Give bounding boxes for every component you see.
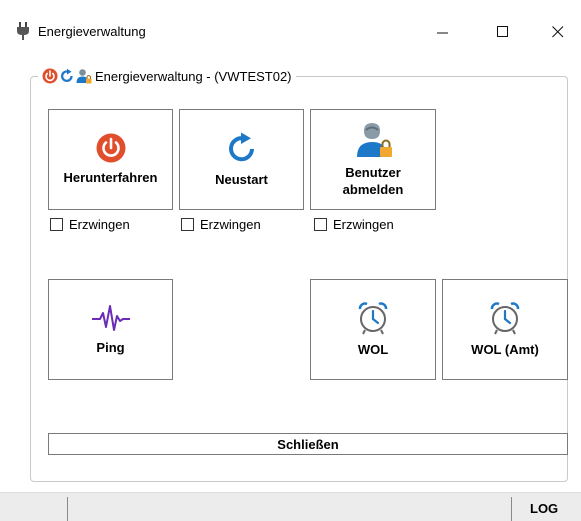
power-icon	[96, 133, 125, 163]
group-icons	[42, 68, 92, 84]
checkbox-box[interactable]	[50, 218, 63, 231]
restart-icon	[61, 68, 73, 82]
status-bar: LOG	[0, 492, 581, 521]
user-lock-icon	[357, 122, 392, 157]
window-title: Energieverwaltung	[38, 24, 146, 39]
ping-button[interactable]: Ping	[48, 279, 173, 380]
checkbox-box[interactable]	[314, 218, 327, 231]
checkbox-box[interactable]	[181, 218, 194, 231]
maximize-icon	[497, 26, 508, 37]
close-button[interactable]: Schließen	[48, 433, 568, 455]
log-button[interactable]: LOG	[530, 501, 558, 516]
logoff-label-line1: Benutzer	[345, 164, 401, 180]
logoff-label-line2: abmelden	[342, 181, 404, 197]
close-window-button[interactable]	[535, 14, 581, 50]
user-lock-icon	[76, 69, 92, 84]
title-bar: Energieverwaltung	[0, 0, 581, 60]
group-header: Energieverwaltung - (VWTEST02)	[38, 66, 296, 86]
status-divider	[67, 497, 68, 521]
minimize-icon	[437, 32, 448, 34]
power-icon	[42, 68, 58, 84]
pulse-icon	[91, 305, 130, 331]
force-logoff-label: Erzwingen	[333, 217, 394, 232]
force-restart-label: Erzwingen	[200, 217, 261, 232]
wol-label: WOL	[357, 342, 389, 357]
alarm-clock-icon	[490, 302, 520, 335]
maximize-button[interactable]	[480, 14, 526, 50]
force-logoff-checkbox[interactable]: Erzwingen	[314, 217, 394, 232]
shutdown-label: Herunterfahren	[63, 170, 158, 185]
restart-label: Neustart	[215, 172, 268, 187]
force-shutdown-label: Erzwingen	[69, 217, 130, 232]
restart-icon	[228, 132, 254, 162]
ping-label: Ping	[96, 340, 125, 355]
alarm-clock-icon	[358, 302, 388, 335]
restart-button[interactable]: Neustart	[179, 109, 304, 210]
logoff-button[interactable]: Benutzer abmelden	[310, 109, 436, 210]
force-shutdown-checkbox[interactable]: Erzwingen	[50, 217, 130, 232]
wol-button[interactable]: WOL	[310, 279, 436, 380]
force-restart-checkbox[interactable]: Erzwingen	[181, 217, 261, 232]
minimize-button[interactable]	[420, 14, 466, 50]
close-icon	[552, 26, 564, 38]
plug-icon	[17, 22, 29, 40]
wol-amt-button[interactable]: WOL (Amt)	[442, 279, 568, 380]
wol-amt-label: WOL (Amt)	[471, 342, 539, 357]
shutdown-button[interactable]: Herunterfahren	[48, 109, 173, 210]
group-title: Energieverwaltung - (VWTEST02)	[95, 68, 292, 84]
status-divider	[511, 497, 512, 521]
close-button-label: Schließen	[277, 436, 339, 452]
